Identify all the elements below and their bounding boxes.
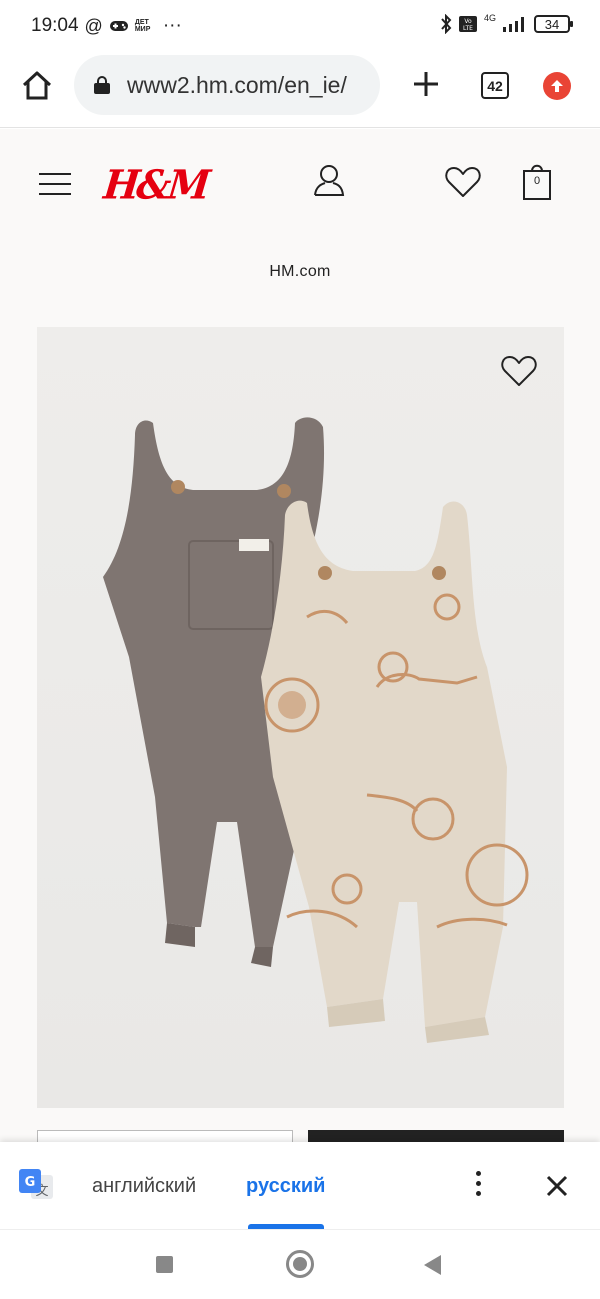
home-icon[interactable] bbox=[20, 68, 54, 102]
product-image[interactable] bbox=[37, 327, 564, 1108]
svg-text:G: G bbox=[25, 1175, 36, 1190]
gamepad-icon bbox=[109, 21, 128, 31]
system-nav-bar bbox=[0, 1229, 600, 1299]
update-arrow-icon[interactable] bbox=[543, 72, 571, 100]
target-language-tab[interactable]: русский bbox=[246, 1175, 325, 1198]
hamburger-icon[interactable] bbox=[39, 173, 71, 197]
status-time: 19:04 bbox=[31, 15, 79, 36]
more-vert-icon[interactable] bbox=[470, 1171, 486, 1199]
close-icon[interactable] bbox=[542, 1171, 572, 1201]
svg-text:LTE: LTE bbox=[463, 25, 473, 32]
address-bar[interactable]: www2.hm.com/en_ie/ bbox=[74, 55, 380, 115]
tab-switcher-button[interactable]: 42 bbox=[481, 72, 509, 99]
signal-icon bbox=[503, 17, 524, 32]
breadcrumb[interactable]: HM.com bbox=[0, 263, 600, 281]
size-selector[interactable] bbox=[37, 1130, 293, 1142]
hm-logo[interactable]: H&M bbox=[102, 161, 210, 208]
dungarees-illustration bbox=[103, 417, 529, 1043]
bluetooth-icon bbox=[441, 14, 452, 34]
heart-icon[interactable] bbox=[444, 165, 482, 199]
beige-dungarees bbox=[261, 500, 529, 1043]
plus-icon[interactable] bbox=[408, 66, 444, 102]
favorite-heart-icon[interactable] bbox=[500, 353, 538, 389]
volte-icon: VoLTE bbox=[458, 16, 477, 32]
tab-count: 42 bbox=[487, 77, 503, 94]
svg-text:Vo: Vo bbox=[464, 18, 472, 25]
account-icon[interactable] bbox=[310, 162, 348, 200]
recents-icon[interactable] bbox=[156, 1256, 173, 1273]
url-text[interactable]: www2.hm.com/en_ie/ bbox=[127, 72, 347, 99]
at-icon: @ bbox=[84, 15, 103, 36]
google-translate-icon: 文 G bbox=[19, 1169, 53, 1199]
battery-icon: 34 bbox=[534, 15, 573, 33]
browser-toolbar: www2.hm.com/en_ie/ 42 bbox=[0, 52, 600, 128]
add-to-bag-button[interactable] bbox=[308, 1130, 564, 1142]
bag-count: 0 bbox=[533, 175, 541, 187]
battery-level: 34 bbox=[544, 16, 560, 32]
translate-bar: 文 G английский русский bbox=[0, 1142, 600, 1229]
back-icon[interactable] bbox=[424, 1255, 441, 1275]
nav-home-icon[interactable] bbox=[286, 1250, 314, 1278]
app-badge-icon: ДЕТ МИР bbox=[134, 19, 151, 33]
lock-icon bbox=[94, 76, 110, 94]
status-more: ··· bbox=[162, 15, 182, 36]
source-language-tab[interactable]: английский bbox=[92, 1175, 196, 1198]
status-bar: 19:04 @ ДЕТ МИР ··· Vo LTE 4G 34 bbox=[0, 0, 600, 52]
network-type: 4G bbox=[483, 13, 496, 23]
shopping-bag-icon[interactable]: 0 bbox=[521, 161, 553, 201]
breadcrumb-area: HM.com bbox=[0, 239, 600, 327]
site-header: H&M 0 bbox=[0, 129, 600, 239]
